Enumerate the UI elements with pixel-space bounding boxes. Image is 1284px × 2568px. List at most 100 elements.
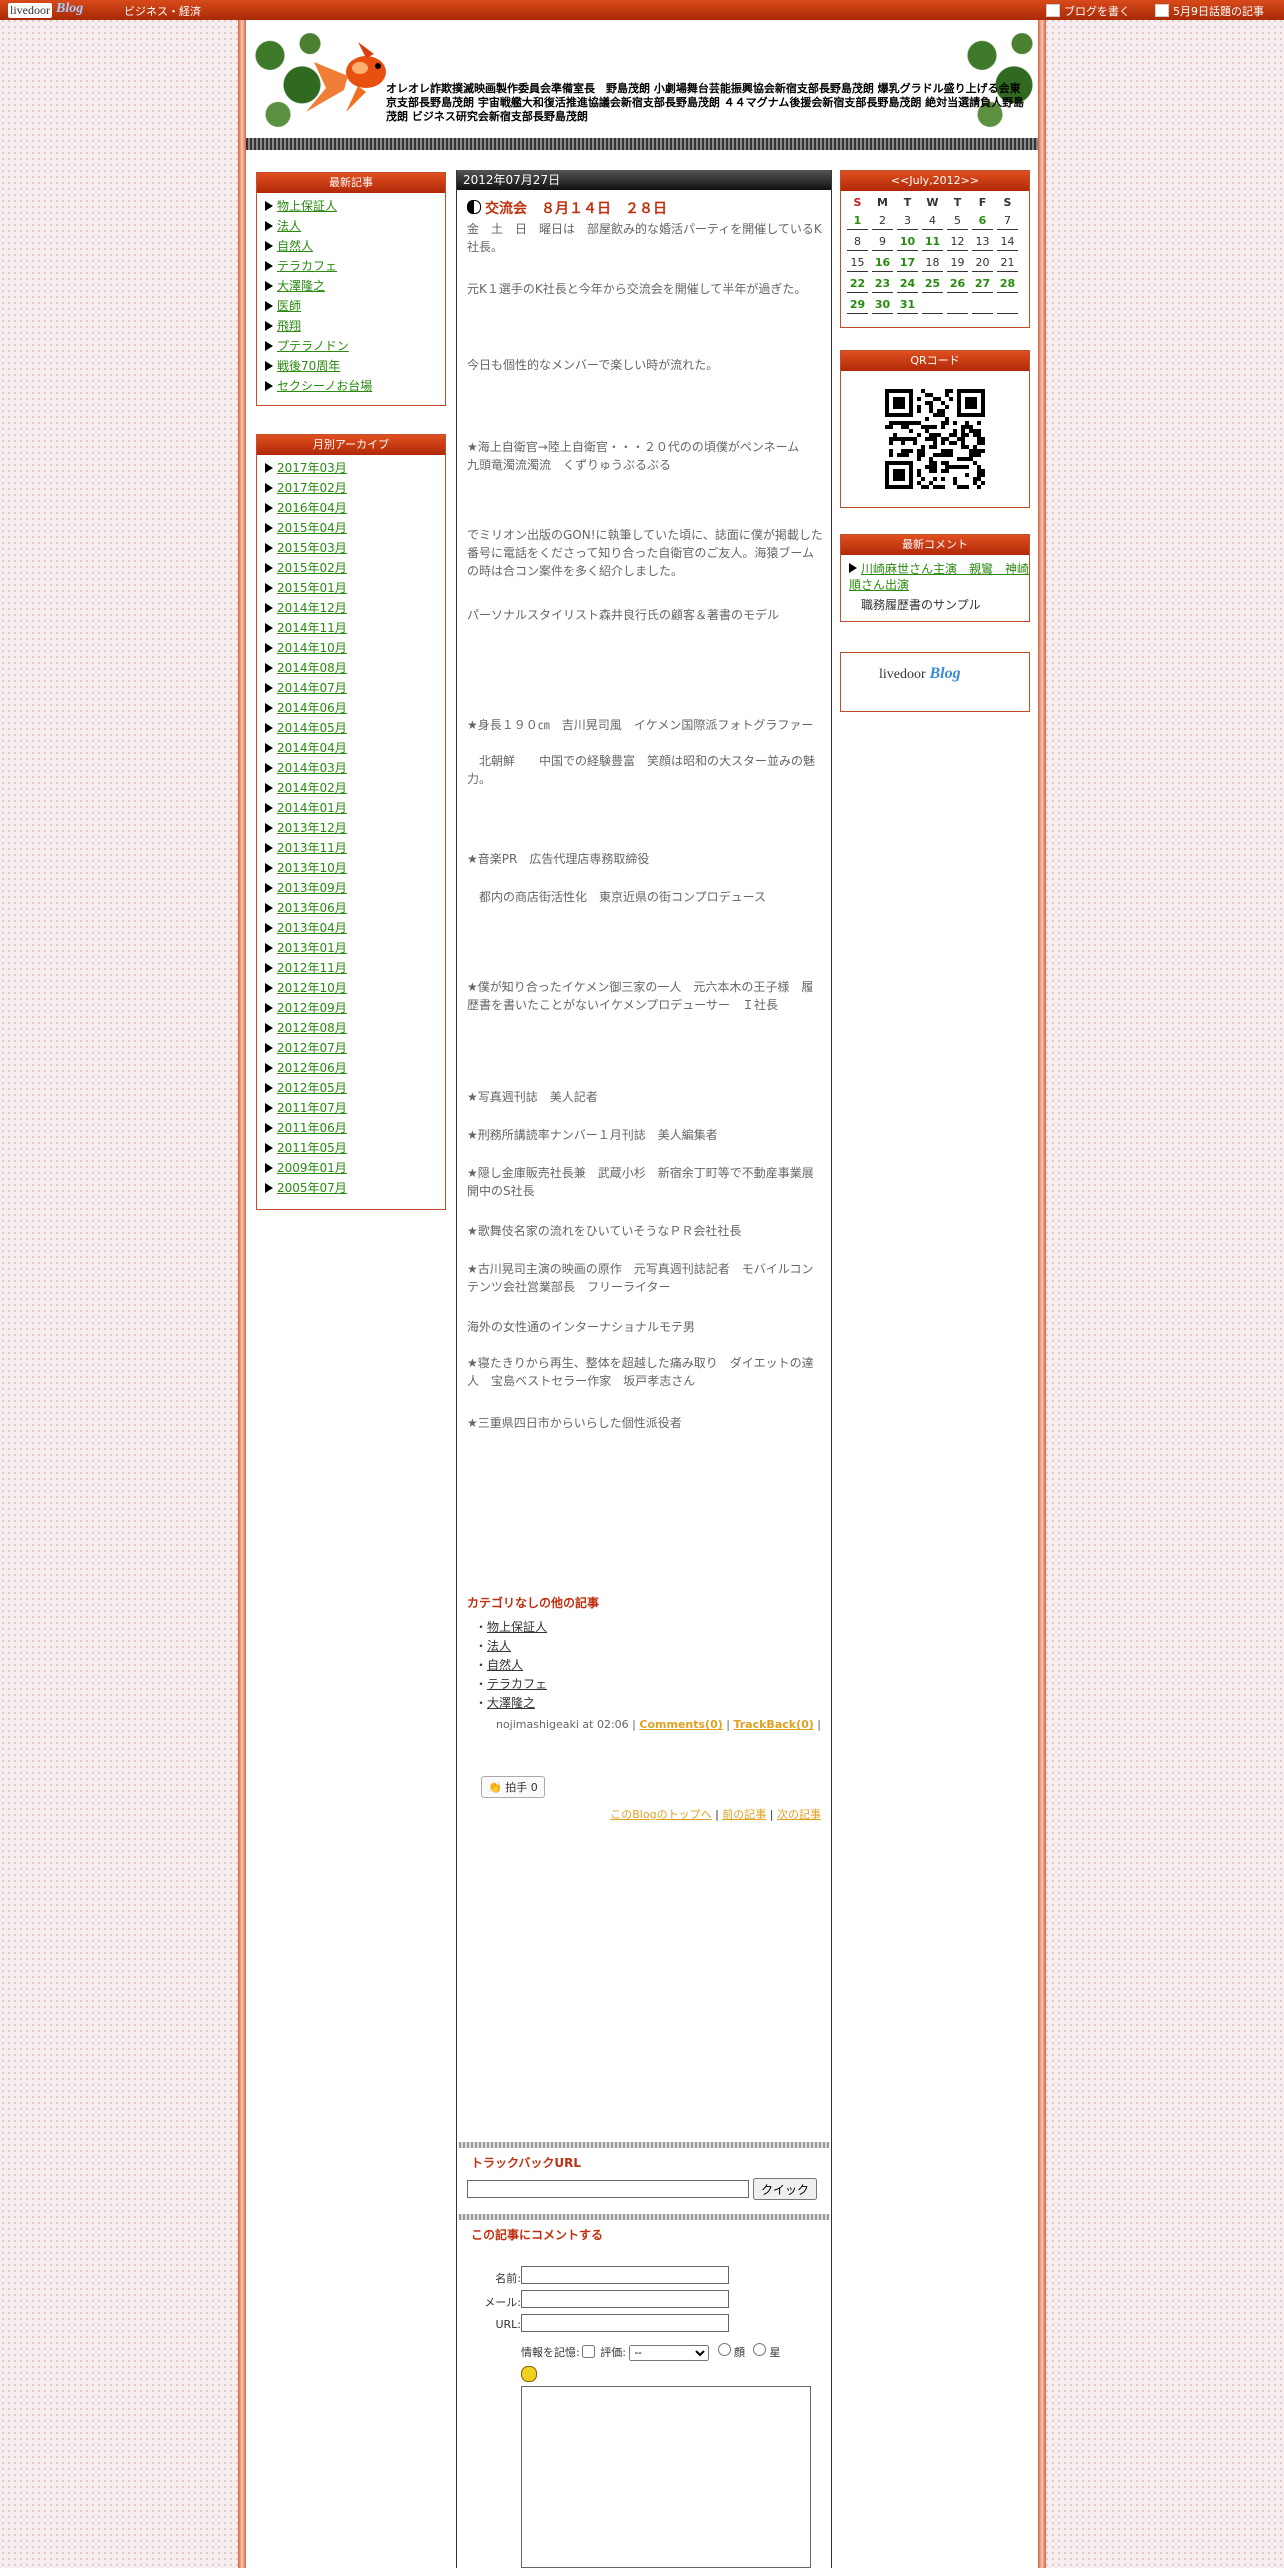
archive-item[interactable]: 2013年10月 bbox=[265, 859, 445, 879]
archive-item[interactable]: 2012年07月 bbox=[265, 1039, 445, 1059]
related-post-link[interactable]: 物上保証人 bbox=[487, 1620, 547, 1634]
archive-item[interactable]: 2014年12月 bbox=[265, 599, 445, 619]
face-radio[interactable] bbox=[717, 2343, 731, 2356]
livedoor-blog-logo[interactable]: livedoor Blog bbox=[8, 1, 104, 18]
archive-item[interactable]: 2012年06月 bbox=[265, 1059, 445, 1079]
clap-button[interactable]: 👏 拍手 0 bbox=[481, 1776, 545, 1798]
recent-post-item[interactable]: セクシーノお台場 bbox=[265, 377, 445, 397]
archive-link[interactable]: 2015年04月 bbox=[277, 521, 347, 535]
archive-item[interactable]: 2016年04月 bbox=[265, 499, 445, 519]
archive-link[interactable]: 2014年07月 bbox=[277, 681, 347, 695]
recent-post-item[interactable]: 医師 bbox=[265, 297, 445, 317]
quick-button[interactable]: クイック bbox=[753, 2178, 818, 2200]
recent-post-item[interactable]: 大澤隆之 bbox=[265, 277, 445, 297]
archive-item[interactable]: 2014年06月 bbox=[265, 699, 445, 719]
trackback-url-field[interactable] bbox=[467, 2180, 749, 2198]
related-post-link[interactable]: 法人 bbox=[487, 1639, 511, 1653]
recent-post-item[interactable]: 戦後70周年 bbox=[265, 357, 445, 377]
archive-link[interactable]: 2012年10月 bbox=[277, 981, 347, 995]
archive-link[interactable]: 2011年05月 bbox=[277, 1141, 347, 1155]
archive-item[interactable]: 2014年05月 bbox=[265, 719, 445, 739]
calendar-day[interactable]: 16 bbox=[872, 253, 893, 272]
recent-post-link[interactable]: セクシーノお台場 bbox=[277, 379, 372, 393]
related-post-link[interactable]: 大澤隆之 bbox=[487, 1696, 535, 1710]
archive-link[interactable]: 2011年06月 bbox=[277, 1121, 347, 1135]
recent-post-item[interactable]: プテラノドン bbox=[265, 337, 445, 357]
calendar-day[interactable]: 23 bbox=[872, 274, 893, 293]
archive-item[interactable]: 2014年07月 bbox=[265, 679, 445, 699]
calendar-day[interactable]: 22 bbox=[847, 274, 868, 293]
calendar-day[interactable]: 10 bbox=[897, 232, 918, 251]
archive-item[interactable]: 2014年11月 bbox=[265, 619, 445, 639]
recent-post-link[interactable]: 大澤隆之 bbox=[277, 279, 325, 293]
calendar-day[interactable]: 31 bbox=[897, 295, 918, 314]
next-post-link[interactable]: 次の記事 bbox=[777, 1808, 821, 1821]
calendar-day[interactable]: 17 bbox=[897, 253, 918, 272]
recent-post-link[interactable]: 戦後70周年 bbox=[277, 359, 340, 373]
related-post-item[interactable]: ・自然人 bbox=[475, 1656, 547, 1675]
related-post-item[interactable]: ・テラカフェ bbox=[475, 1675, 547, 1694]
archive-item[interactable]: 2014年10月 bbox=[265, 639, 445, 659]
archive-link[interactable]: 2014年11月 bbox=[277, 621, 347, 635]
archive-item[interactable]: 2012年10月 bbox=[265, 979, 445, 999]
archive-link[interactable]: 2009年01月 bbox=[277, 1161, 347, 1175]
archive-link[interactable]: 2013年09月 bbox=[277, 881, 347, 895]
archive-item[interactable]: 2009年01月 bbox=[265, 1159, 445, 1179]
archive-link[interactable]: 2012年05月 bbox=[277, 1081, 347, 1095]
recent-comment-source[interactable]: 職務履歴書のサンプル bbox=[861, 597, 1029, 613]
archive-link[interactable]: 2013年06月 bbox=[277, 901, 347, 915]
recent-post-link[interactable]: 物上保証人 bbox=[277, 199, 337, 213]
recent-post-item[interactable]: 自然人 bbox=[265, 237, 445, 257]
archive-item[interactable]: 2012年09月 bbox=[265, 999, 445, 1019]
archive-link[interactable]: 2012年09月 bbox=[277, 1001, 347, 1015]
archive-link[interactable]: 2013年10月 bbox=[277, 861, 347, 875]
topic-article-link[interactable]: 5月9日話題の記事 bbox=[1155, 3, 1264, 19]
archive-link[interactable]: 2014年06月 bbox=[277, 701, 347, 715]
archive-item[interactable]: 2017年02月 bbox=[265, 479, 445, 499]
related-post-item[interactable]: ・法人 bbox=[475, 1637, 547, 1656]
calendar-day[interactable]: 6 bbox=[972, 211, 993, 230]
calendar-day[interactable]: 11 bbox=[922, 232, 943, 251]
related-post-item[interactable]: ・大澤隆之 bbox=[475, 1694, 547, 1713]
archive-link[interactable]: 2015年02月 bbox=[277, 561, 347, 575]
recent-post-link[interactable]: テラカフェ bbox=[277, 259, 337, 273]
name-field[interactable] bbox=[521, 2266, 729, 2284]
calendar-day[interactable]: 30 bbox=[872, 295, 893, 314]
star-radio[interactable] bbox=[753, 2343, 767, 2356]
trackback-link[interactable]: TrackBack(0) bbox=[733, 1718, 813, 1731]
blog-title[interactable]: オレオレ詐欺撲滅映画製作委員会準備室長 野島茂朗 小劇場舞台芸能振興協会新宿支部… bbox=[386, 82, 1026, 124]
prev-post-link[interactable]: 前の記事 bbox=[722, 1808, 766, 1821]
archive-link[interactable]: 2015年03月 bbox=[277, 541, 347, 555]
archive-item[interactable]: 2015年02月 bbox=[265, 559, 445, 579]
calendar-day[interactable]: 25 bbox=[922, 274, 943, 293]
recent-post-link[interactable]: プテラノドン bbox=[277, 339, 349, 353]
calendar-day[interactable]: 28 bbox=[997, 274, 1018, 293]
archive-item[interactable]: 2011年05月 bbox=[265, 1139, 445, 1159]
archive-item[interactable]: 2015年01月 bbox=[265, 579, 445, 599]
rating-select[interactable]: -- bbox=[629, 2345, 710, 2361]
archive-item[interactable]: 2012年08月 bbox=[265, 1019, 445, 1039]
archive-item[interactable]: 2014年03月 bbox=[265, 759, 445, 779]
archive-item[interactable]: 2013年09月 bbox=[265, 879, 445, 899]
category-link[interactable]: ビジネス・経済 bbox=[124, 3, 201, 19]
archive-link[interactable]: 2014年05月 bbox=[277, 721, 347, 735]
archive-item[interactable]: 2014年01月 bbox=[265, 799, 445, 819]
archive-link[interactable]: 2013年11月 bbox=[277, 841, 347, 855]
archive-link[interactable]: 2014年03月 bbox=[277, 761, 347, 775]
recent-post-item[interactable]: 物上保証人 bbox=[265, 197, 445, 217]
archive-item[interactable]: 2012年05月 bbox=[265, 1079, 445, 1099]
archive-link[interactable]: 2014年10月 bbox=[277, 641, 347, 655]
related-post-item[interactable]: ・物上保証人 bbox=[475, 1618, 547, 1637]
calendar-title[interactable]: <<July,2012>> bbox=[841, 171, 1029, 191]
recent-post-item[interactable]: テラカフェ bbox=[265, 257, 445, 277]
emoji-icon[interactable] bbox=[521, 2366, 537, 2382]
archive-item[interactable]: 2013年11月 bbox=[265, 839, 445, 859]
comment-textarea[interactable] bbox=[521, 2386, 811, 2568]
calendar-day[interactable]: 27 bbox=[972, 274, 993, 293]
archive-link[interactable]: 2012年11月 bbox=[277, 961, 347, 975]
archive-link[interactable]: 2015年01月 bbox=[277, 581, 347, 595]
calendar-day[interactable]: 1 bbox=[847, 211, 868, 230]
recent-post-link[interactable]: 飛翔 bbox=[277, 319, 301, 333]
livedoor-blog-badge[interactable]: livedoor Blog bbox=[840, 652, 1030, 712]
recent-comment-link[interactable]: 川崎麻世さん主演 親鸞 神崎順さん出演 bbox=[849, 562, 1029, 592]
